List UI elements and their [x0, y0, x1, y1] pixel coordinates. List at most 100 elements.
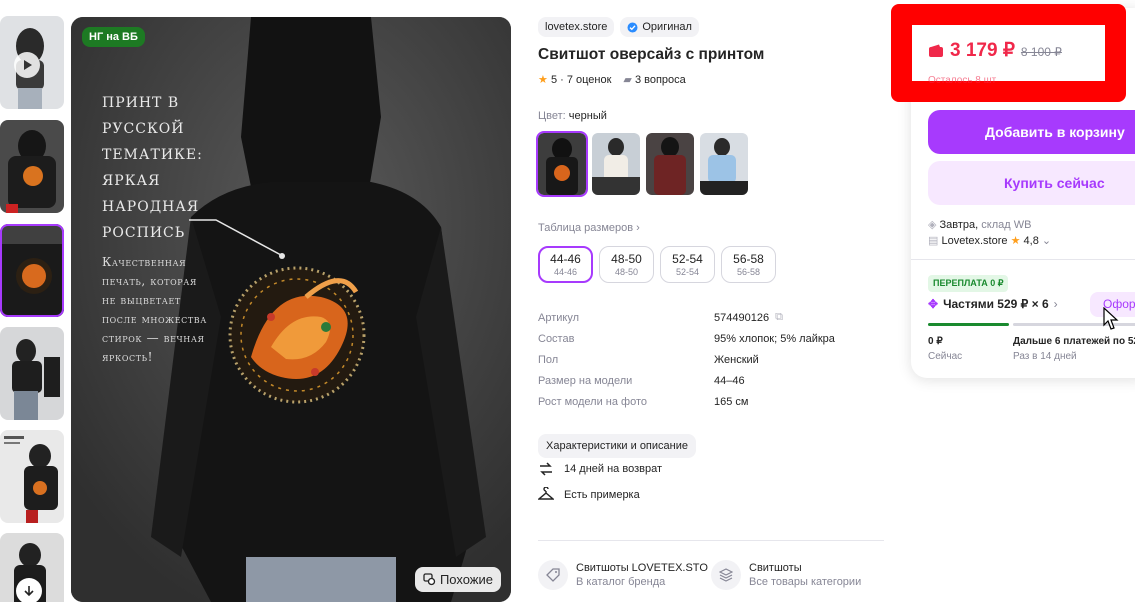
scroll-down-button[interactable] [16, 578, 42, 602]
size-option-48-50[interactable]: 48-50 48-50 [599, 246, 654, 283]
category-title: Свитшоты [749, 562, 802, 574]
spec-key: Пол [538, 353, 559, 366]
store-name: Lovetex.store [941, 235, 1008, 247]
split-icon: ✥ [928, 297, 939, 311]
spec-key: Рост модели на фото [538, 395, 648, 408]
swatch-black-image [538, 133, 586, 195]
category-subtitle: Все товары категории [749, 576, 862, 588]
category-link[interactable]: Свитшоты Все товары категории [711, 560, 861, 590]
thumbnail-3[interactable] [0, 224, 64, 317]
mouse-cursor-icon [1103, 307, 1119, 330]
delivery-info: ◈ Завтра, склад WB ▤ Lovetex.store ★ 4,8… [928, 217, 1051, 249]
box-icon: ◈ [928, 219, 937, 231]
verified-icon [627, 22, 638, 32]
play-icon[interactable] [14, 52, 40, 78]
swatch-blue[interactable] [700, 133, 748, 195]
spec-row: Артикул 574490126 ⧉ [538, 307, 886, 328]
wallet-icon [929, 44, 943, 57]
swatch-burgundy[interactable] [646, 133, 694, 195]
thumbnail-2-image [0, 120, 64, 213]
main-product-image[interactable]: НГ на ВБ Принт в русской тематике: яркая… [71, 17, 511, 602]
delivery-when: Завтра, [939, 219, 979, 231]
promo-badge: НГ на ВБ [82, 27, 145, 47]
color-swatches [536, 131, 748, 197]
size-sub: 48-50 [614, 267, 639, 277]
swatch-black[interactable] [536, 131, 588, 197]
chevron-right-icon: › [636, 222, 640, 234]
delivery-where: склад WB [981, 219, 1032, 231]
questions-text: 3 вопроса [634, 74, 686, 86]
thumbnail-5[interactable] [0, 430, 64, 523]
payment-progress-now [928, 323, 1009, 326]
brand-catalog-subtitle: В каталог бренда [576, 576, 666, 588]
size-option-52-54[interactable]: 52-54 52-54 [660, 246, 715, 283]
pay-now: 0 ₽ Сейчас [928, 334, 962, 364]
return-policy-text: 14 дней на возврат [564, 463, 662, 475]
promo-text: Качественная печать, которая не выцветае… [102, 255, 207, 364]
swatch-burgundy-image [646, 133, 694, 195]
brand-row: lovetex.store Оригинал [538, 17, 886, 37]
fitting-text: Есть примерка [564, 489, 640, 501]
copy-icon[interactable]: ⧉ [775, 311, 783, 324]
delivery-row: ◈ Завтра, склад WB [928, 217, 1051, 233]
thumbnail-4[interactable] [0, 327, 64, 420]
add-to-cart-button[interactable]: Добавить в корзину [928, 110, 1135, 154]
thumbnail-4-image [0, 327, 64, 420]
similar-icon [423, 573, 436, 586]
size-option-44-46[interactable]: 44-46 44-46 [538, 246, 593, 283]
pay-later-amount: Дальше 6 платежей по 52 [1013, 336, 1135, 347]
hanger-icon [538, 487, 554, 500]
store-icon: ▤ [928, 235, 939, 247]
installments-link[interactable]: ✥ Частями 529 ₽ × 6 › [928, 297, 1058, 311]
chevron-down-icon: ⌄ [1041, 235, 1052, 247]
return-icon [540, 462, 552, 476]
original-badge: Оригинал [620, 17, 699, 37]
questions-link[interactable]: ▰ 3 вопроса [623, 73, 685, 86]
color-value: черный [568, 110, 607, 122]
pay-now-label: Сейчас [928, 351, 963, 362]
spec-row: Размер на модели 44–46 [538, 370, 886, 391]
store-rating: 4,8 [1023, 235, 1039, 247]
size-option-56-58[interactable]: 56-58 56-58 [721, 246, 776, 283]
spec-row: Рост модели на фото 165 см [538, 391, 886, 412]
color-label-key: Цвет: [538, 110, 566, 122]
size-main: 52-54 [672, 252, 703, 266]
spec-key: Артикул [538, 311, 580, 324]
divider [538, 540, 884, 541]
panel-divider [911, 259, 1135, 260]
chevron-right-icon: › [1053, 297, 1058, 311]
thumbnail-2[interactable] [0, 120, 64, 213]
size-table-label: Таблица размеров [538, 222, 634, 234]
installments-text: Частями 529 ₽ × 6 [943, 297, 1049, 311]
promo-heading: Принт в русской тематике: яркая народная… [102, 95, 203, 241]
size-table-link[interactable]: Таблица размеров › [538, 222, 640, 234]
size-sub: 56-58 [736, 267, 761, 277]
spec-row: Пол Женский [538, 349, 886, 370]
stock-left: Осталось 8 шт [928, 75, 997, 86]
thumbnail-video[interactable] [0, 16, 64, 109]
store-row[interactable]: ▤ Lovetex.store ★ 4,8 ⌄ [928, 233, 1051, 249]
pay-now-amount: 0 ₽ [928, 336, 943, 347]
price-old: 8 100 ₽ [1020, 45, 1062, 59]
fitting-info: Есть примерка [538, 487, 640, 503]
brand-catalog-link[interactable]: Свитшоты LOVETEX.STO В каталог бренда [538, 560, 708, 590]
star-icon: ★ [1010, 235, 1021, 247]
size-sub: 44-46 [553, 267, 578, 277]
similar-button[interactable]: Похожие [414, 567, 501, 592]
arrow-down-icon [24, 586, 34, 597]
return-policy: 14 дней на возврат [538, 461, 662, 477]
characteristics-button[interactable]: Характеристики и описание [538, 434, 696, 458]
rating-link[interactable]: ★ 5 · 7 оценок [538, 73, 611, 86]
pay-later: Дальше 6 платежей по 52 Раз в 14 дней [1013, 334, 1135, 364]
spec-value: Женский [714, 353, 759, 366]
spec-value: 574490126 [714, 311, 770, 324]
swatch-white[interactable] [592, 133, 640, 195]
specs-table: Артикул 574490126 ⧉ Состав 95% хлопок; 5… [538, 307, 886, 412]
buy-now-button[interactable]: Купить сейчас [928, 161, 1135, 205]
price-highlight-box: 3 179 ₽ 8 100 ₽ Осталось 8 шт [891, 4, 1126, 102]
size-sub: 52-54 [675, 267, 700, 277]
brand-catalog-title: Свитшоты LOVETEX.STO [576, 562, 708, 574]
size-main: 56-58 [733, 252, 764, 266]
seller-link[interactable]: lovetex.store [538, 17, 615, 37]
tag-icon [538, 560, 568, 590]
